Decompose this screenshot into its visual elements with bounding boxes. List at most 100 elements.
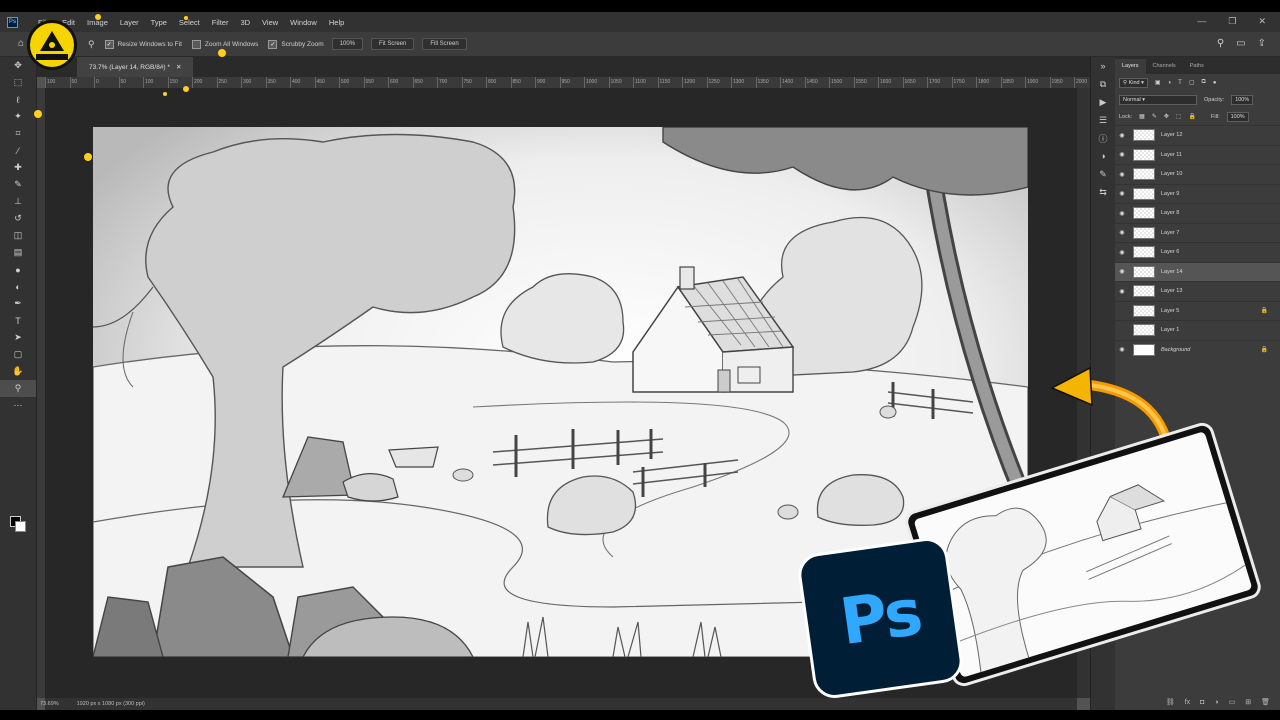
background-color-swatch[interactable] — [15, 521, 26, 532]
fit-screen-button[interactable]: Fit Screen — [371, 38, 415, 50]
layer-name[interactable]: Layer 5 — [1161, 308, 1179, 314]
layer-name[interactable]: Layer 7 — [1161, 230, 1179, 236]
history-brush-tool-icon[interactable]: ↺ — [0, 210, 36, 227]
new-adjustment-icon[interactable]: ◑ — [1214, 699, 1218, 706]
link-layers-icon[interactable]: ⛓ — [1166, 698, 1175, 706]
new-group-icon[interactable]: ▭ — [1229, 698, 1236, 706]
panel-collapse-icon[interactable]: » — [1091, 57, 1115, 75]
blend-mode-select[interactable]: Normal ▾ — [1119, 94, 1197, 105]
filter-pixel-icon[interactable]: ▣ — [1155, 79, 1161, 86]
layer-name[interactable]: Layer 1 — [1161, 327, 1179, 333]
layer-row[interactable]: ◉ Layer 12 — [1115, 125, 1280, 145]
minimize-icon[interactable]: — — [1197, 16, 1206, 27]
eye-icon[interactable]: ◉ — [1115, 346, 1129, 353]
menu-item-layer[interactable]: Layer — [114, 18, 145, 27]
layer-name[interactable]: Layer 13 — [1161, 288, 1182, 294]
brush-tool-icon[interactable]: ✎ — [0, 176, 36, 193]
layer-row[interactable]: ◉ Layer 6 — [1115, 242, 1280, 262]
layer-name[interactable]: Background — [1161, 347, 1190, 353]
panel-tab-channels[interactable]: Channels — [1146, 59, 1183, 74]
layer-name[interactable]: Layer 9 — [1161, 191, 1179, 197]
layer-row[interactable]: ◉ Layer 13 — [1115, 281, 1280, 301]
pen-tool-icon[interactable]: ✒ — [0, 295, 36, 312]
layer-row[interactable]: ◉ Layer 10 — [1115, 164, 1280, 184]
menu-item-view[interactable]: View — [256, 18, 284, 27]
brush-settings-panel-icon[interactable]: ✎ — [1091, 165, 1115, 183]
add-mask-icon[interactable]: ◘ — [1200, 699, 1204, 706]
eye-icon[interactable]: ◉ — [1115, 288, 1129, 295]
eraser-tool-icon[interactable]: ◫ — [0, 227, 36, 244]
dodge-tool-icon[interactable]: ◐ — [0, 278, 36, 295]
clone-stamp-tool-icon[interactable]: ⊥ — [0, 193, 36, 210]
properties-panel-icon[interactable]: ☰ — [1091, 111, 1115, 129]
actions-panel-icon[interactable]: ▶ — [1091, 93, 1115, 111]
lock-all-icon[interactable]: 🔒 — [1189, 113, 1196, 120]
adjustments-panel-icon[interactable]: ◑ — [1091, 147, 1115, 165]
eyedropper-tool-icon[interactable]: ⁄ — [0, 142, 36, 159]
close-icon[interactable]: ✕ — [1258, 16, 1266, 27]
layer-name[interactable]: Layer 11 — [1161, 152, 1182, 158]
zoom-out-icon[interactable]: ⚲ — [88, 39, 95, 50]
new-layer-icon[interactable]: ⊞ — [1245, 698, 1251, 706]
opacity-input[interactable]: 100% — [1231, 94, 1254, 105]
panel-tab-layers[interactable]: Layers — [1115, 59, 1146, 74]
filter-adjustment-icon[interactable]: ◑ — [1168, 80, 1172, 86]
menu-item-3d[interactable]: 3D — [234, 18, 256, 27]
menu-item-filter[interactable]: Filter — [206, 18, 235, 27]
fill-screen-button[interactable]: Fill Screen — [422, 38, 467, 50]
filter-shape-icon[interactable]: ▢ — [1189, 79, 1195, 86]
tab-close-icon[interactable]: ✕ — [176, 63, 181, 71]
layer-row[interactable]: ◉ Layer 9 — [1115, 183, 1280, 204]
fill-input[interactable]: 100% — [1226, 111, 1249, 122]
magic-wand-tool-icon[interactable]: ✦ — [0, 108, 36, 125]
zoom-100-button[interactable]: 100% — [331, 38, 363, 50]
layer-row[interactable]: ◉ Layer 14 — [1115, 261, 1280, 281]
search-icon[interactable]: ⚲ — [1217, 38, 1224, 49]
menu-item-window[interactable]: Window — [284, 18, 323, 27]
zoom-all-windows-checkbox[interactable]: Zoom All Windows — [191, 39, 258, 49]
share-icon[interactable]: ⇪ — [1258, 38, 1266, 49]
menu-item-select[interactable]: Select — [173, 18, 206, 27]
gradient-tool-icon[interactable]: ▤ — [0, 244, 36, 261]
restore-icon[interactable]: ❐ — [1228, 16, 1236, 27]
status-zoom[interactable]: 73.69% — [40, 701, 59, 707]
type-tool-icon[interactable]: T — [0, 312, 36, 329]
eye-icon[interactable]: ◉ — [1115, 132, 1129, 139]
lock-transparent-icon[interactable]: ▦ — [1139, 113, 1145, 120]
lock-image-icon[interactable]: ✎ — [1152, 113, 1157, 120]
lock-artboard-icon[interactable]: ⬚ — [1176, 113, 1182, 120]
filter-smart-object-icon[interactable]: ⧉ — [1202, 79, 1206, 86]
layer-style-icon[interactable]: fx — [1185, 699, 1190, 706]
menu-item-type[interactable]: Type — [145, 18, 173, 27]
resize-windows-checkbox[interactable]: ✓ Resize Windows to Fit — [104, 39, 182, 49]
hand-tool-icon[interactable]: ✋ — [0, 363, 36, 380]
history-panel-icon[interactable]: ⧉ — [1091, 75, 1115, 93]
marquee-tool-icon[interactable]: ⬚ — [0, 74, 36, 91]
healing-brush-tool-icon[interactable]: ✚ — [0, 159, 36, 176]
eye-icon[interactable]: ◉ — [1115, 171, 1129, 178]
eye-icon[interactable]: ◉ — [1115, 268, 1129, 275]
path-selection-tool-icon[interactable]: ➤ — [0, 329, 36, 346]
layer-name[interactable]: Layer 10 — [1161, 171, 1182, 177]
eye-icon[interactable]: ◉ — [1115, 190, 1129, 197]
document-tab[interactable]: 73.7% (Layer 14, RGB/8#) * ✕ — [77, 57, 194, 77]
layer-row[interactable]: ◉ Layer 11 — [1115, 144, 1280, 165]
layer-row[interactable]: ◉ Background 🔒 — [1115, 339, 1280, 360]
filter-kind-select[interactable]: ⚲ Kind ▾ — [1119, 77, 1148, 88]
lasso-tool-icon[interactable]: ℓ — [0, 91, 36, 108]
eye-icon[interactable]: ◉ — [1115, 210, 1129, 217]
scrubby-zoom-checkbox[interactable]: ✓ Scrubby Zoom — [268, 39, 324, 49]
zoom-tool-icon[interactable]: ⚲ — [0, 380, 36, 397]
layer-row[interactable]: Layer 5 🔒 — [1115, 300, 1280, 321]
filter-toggle-icon[interactable]: ● — [1213, 80, 1217, 86]
layer-name[interactable]: Layer 12 — [1161, 132, 1182, 138]
layer-row[interactable]: Layer 1 — [1115, 320, 1280, 340]
layer-name[interactable]: Layer 6 — [1161, 249, 1179, 255]
panel-tab-paths[interactable]: Paths — [1183, 59, 1211, 74]
workspace-icon[interactable]: ▭ — [1236, 38, 1245, 49]
menu-item-help[interactable]: Help — [323, 18, 350, 27]
shape-tool-icon[interactable]: ▢ — [0, 346, 36, 363]
eye-icon[interactable]: ◉ — [1115, 229, 1129, 236]
swatches-panel-icon[interactable]: ⇆ — [1091, 183, 1115, 201]
info-panel-icon[interactable]: ⓘ — [1091, 129, 1115, 147]
